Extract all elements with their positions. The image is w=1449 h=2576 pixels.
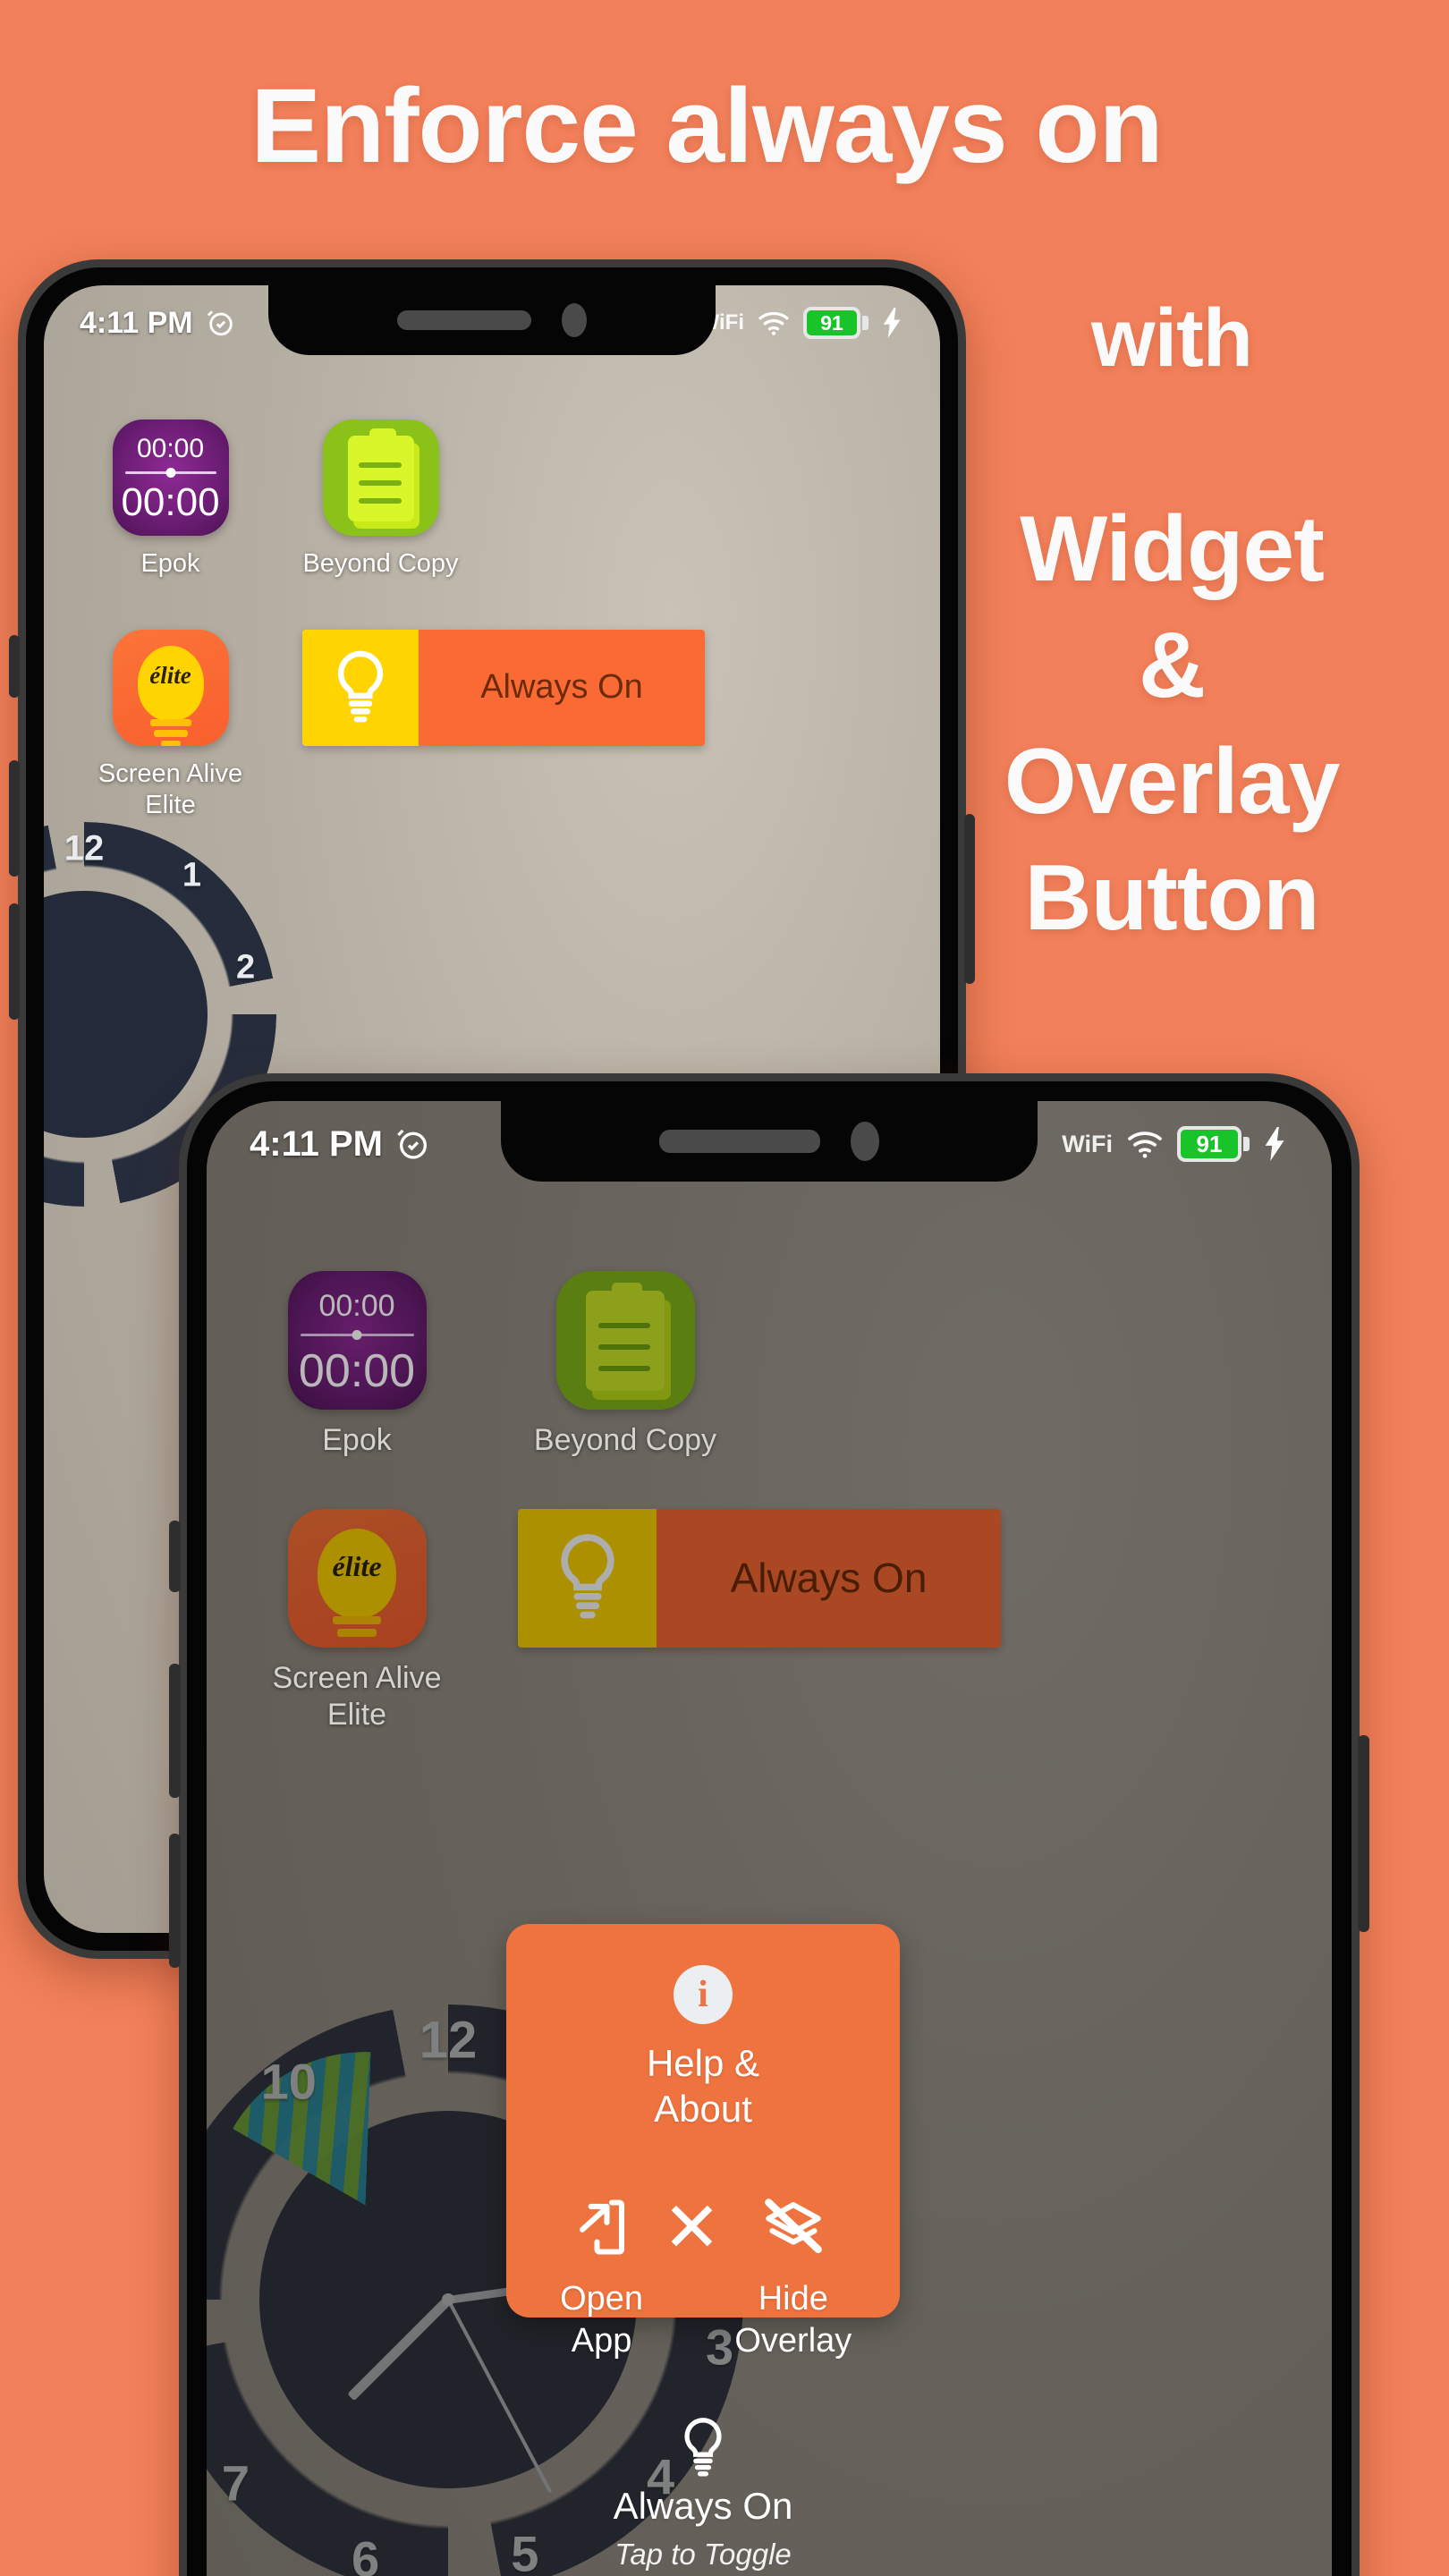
menu-item-hide-overlay[interactable]: Hide Overlay [733,2187,853,2361]
phone-screen-front: 12 1 2 3 4 5 6 7 8 9 10 [207,1101,1332,2576]
clipboard-icon [322,419,439,536]
clock-number: 10 [260,2053,317,2110]
home-row-1: 00:00 00:00 Epok Beyond Copy [92,419,892,580]
menu-item-close[interactable]: ✕ [650,2187,733,2278]
app-label: Epok [322,1423,392,1457]
home-row-1: 00:00 00:00 Epok Beyond Copy [267,1271,1271,1459]
wifi-icon [1125,1129,1165,1159]
phone-notch-2 [501,1101,1038,1182]
app-label-line1: Screen Alive [272,1660,442,1695]
app-label-line2: Elite [326,1697,387,1732]
app-label: Beyond Copy [533,1423,717,1457]
lightbulb-elite-icon: élite [287,1508,427,1648]
overlay-menu-panel: i Help & About Open App ✕ Hide Overlay A… [506,1924,900,2571]
lightbulb-elite-icon: élite [112,629,229,746]
alarm-clock-icon [395,1126,431,1162]
clock-number: 9 [207,2176,208,2234]
phone-volume-up-button-2[interactable] [169,1664,181,1798]
epok-bottom-time: 00:00 [121,480,220,524]
epok-bottom-time: 00:00 [298,1345,416,1397]
clock-number: 7 [221,2454,250,2512]
battery-level: 91 [803,307,860,339]
phone-mute-button-2[interactable] [169,1521,181,1592]
status-time: 4:11 PM [80,305,193,340]
clipboard-icon [555,1271,695,1410]
app-epok[interactable]: 00:00 00:00 Epok [92,419,249,580]
home-row-2: élite Screen Alive Elite Always On [267,1508,1271,1733]
alarm-clock-icon [206,308,236,338]
charging-bolt-icon [1262,1127,1289,1161]
app-screen-alive-elite[interactable]: élite Screen Alive Elite [267,1508,446,1733]
close-x-icon: ✕ [662,2188,722,2267]
elite-badge-text: élite [332,1549,382,1582]
earpiece-speaker [397,310,531,330]
menu-label-line1: Open [560,2280,644,2318]
phone-power-button-2[interactable] [1358,1735,1369,1932]
clock-number: 12 [419,2011,478,2070]
phone-mute-button[interactable] [9,635,20,698]
phone-volume-up-button[interactable] [9,760,20,877]
battery-level: 91 [1177,1126,1241,1162]
menu-item-help-about[interactable]: i Help & About [533,1965,873,2131]
app-label-line2: Elite [145,790,196,819]
info-icon: i [674,1965,733,2024]
front-camera [851,1122,879,1161]
clock-number: 2 [236,948,256,987]
open-in-phone-icon [553,2187,650,2267]
page-title: Enforce always on [250,67,1163,185]
app-beyond-copy[interactable]: Beyond Copy [302,419,459,580]
battery-icon: 91 [1177,1126,1250,1162]
app-epok[interactable]: 00:00 00:00 Epok [267,1271,446,1459]
status-time: 4:11 PM [250,1123,383,1164]
app-label: Epok [140,549,200,578]
wifi-icon [757,309,791,336]
always-on-widget[interactable]: Always On [302,629,705,746]
menu-label-line2: Overlay [734,2321,852,2360]
menu-label-line2: App [571,2321,632,2360]
phone-notch [268,285,716,355]
clock-hour-hand [347,2292,456,2402]
hide-layers-icon [733,2187,853,2267]
wifi-label: WiFi [1062,1130,1113,1157]
app-label: Beyond Copy [302,549,459,578]
front-camera [562,303,587,337]
headline-with: with [1091,292,1253,384]
epok-timer-icon: 00:00 00:00 [112,419,229,536]
headline-widget: Widget [1020,497,1325,601]
menu-label-line2: About [654,2088,752,2131]
earpiece-speaker [659,1130,820,1153]
epok-timer-icon: 00:00 00:00 [287,1271,427,1410]
elite-badge-text: élite [149,661,191,689]
app-label-line1: Screen Alive [97,758,243,788]
phone-volume-down-button[interactable] [9,903,20,1020]
menu-label-line1: Help & [646,2042,760,2084]
always-on-widget-label: Always On [419,629,705,746]
lightbulb-icon [533,2413,873,2483]
phone-mockup-front: 12 1 2 3 4 5 6 7 8 9 10 [169,1073,1369,2576]
battery-icon: 91 [803,307,869,339]
home-row-2: élite Screen Alive Elite Always On [92,629,892,821]
app-beyond-copy[interactable]: Beyond Copy [518,1271,733,1459]
epok-top-time: 00:00 [136,434,205,463]
menu-label-always-on: Always On [613,2485,793,2528]
menu-sublabel-tap-to-toggle: Tap to Toggle [614,2538,792,2572]
clock-number: 6 [352,2530,380,2576]
menu-label-line1: Hide [758,2280,828,2318]
menu-item-open-app[interactable]: Open App [553,2187,650,2361]
lightbulb-icon [518,1508,657,1648]
headline-ampersand: & [1138,614,1206,717]
phone-volume-down-button-2[interactable] [169,1834,181,1968]
menu-item-always-on[interactable]: Always On Tap to Toggle [533,2413,873,2572]
home-screen-grid-2: 00:00 00:00 Epok Beyond Copy élite Scree… [207,1271,1332,1783]
headline-overlay: Overlay [1004,730,1341,834]
app-screen-alive-elite[interactable]: élite Screen Alive Elite [92,629,249,821]
headline-button: Button [1024,846,1320,950]
epok-top-time: 00:00 [318,1289,395,1323]
home-screen-grid: 00:00 00:00 Epok Beyond Copy élite Scree… [44,419,940,870]
lightbulb-icon [302,629,419,746]
info-glyph: i [698,1974,708,2015]
always-on-widget[interactable]: Always On [518,1508,1001,1648]
always-on-widget-label: Always On [657,1508,1001,1648]
